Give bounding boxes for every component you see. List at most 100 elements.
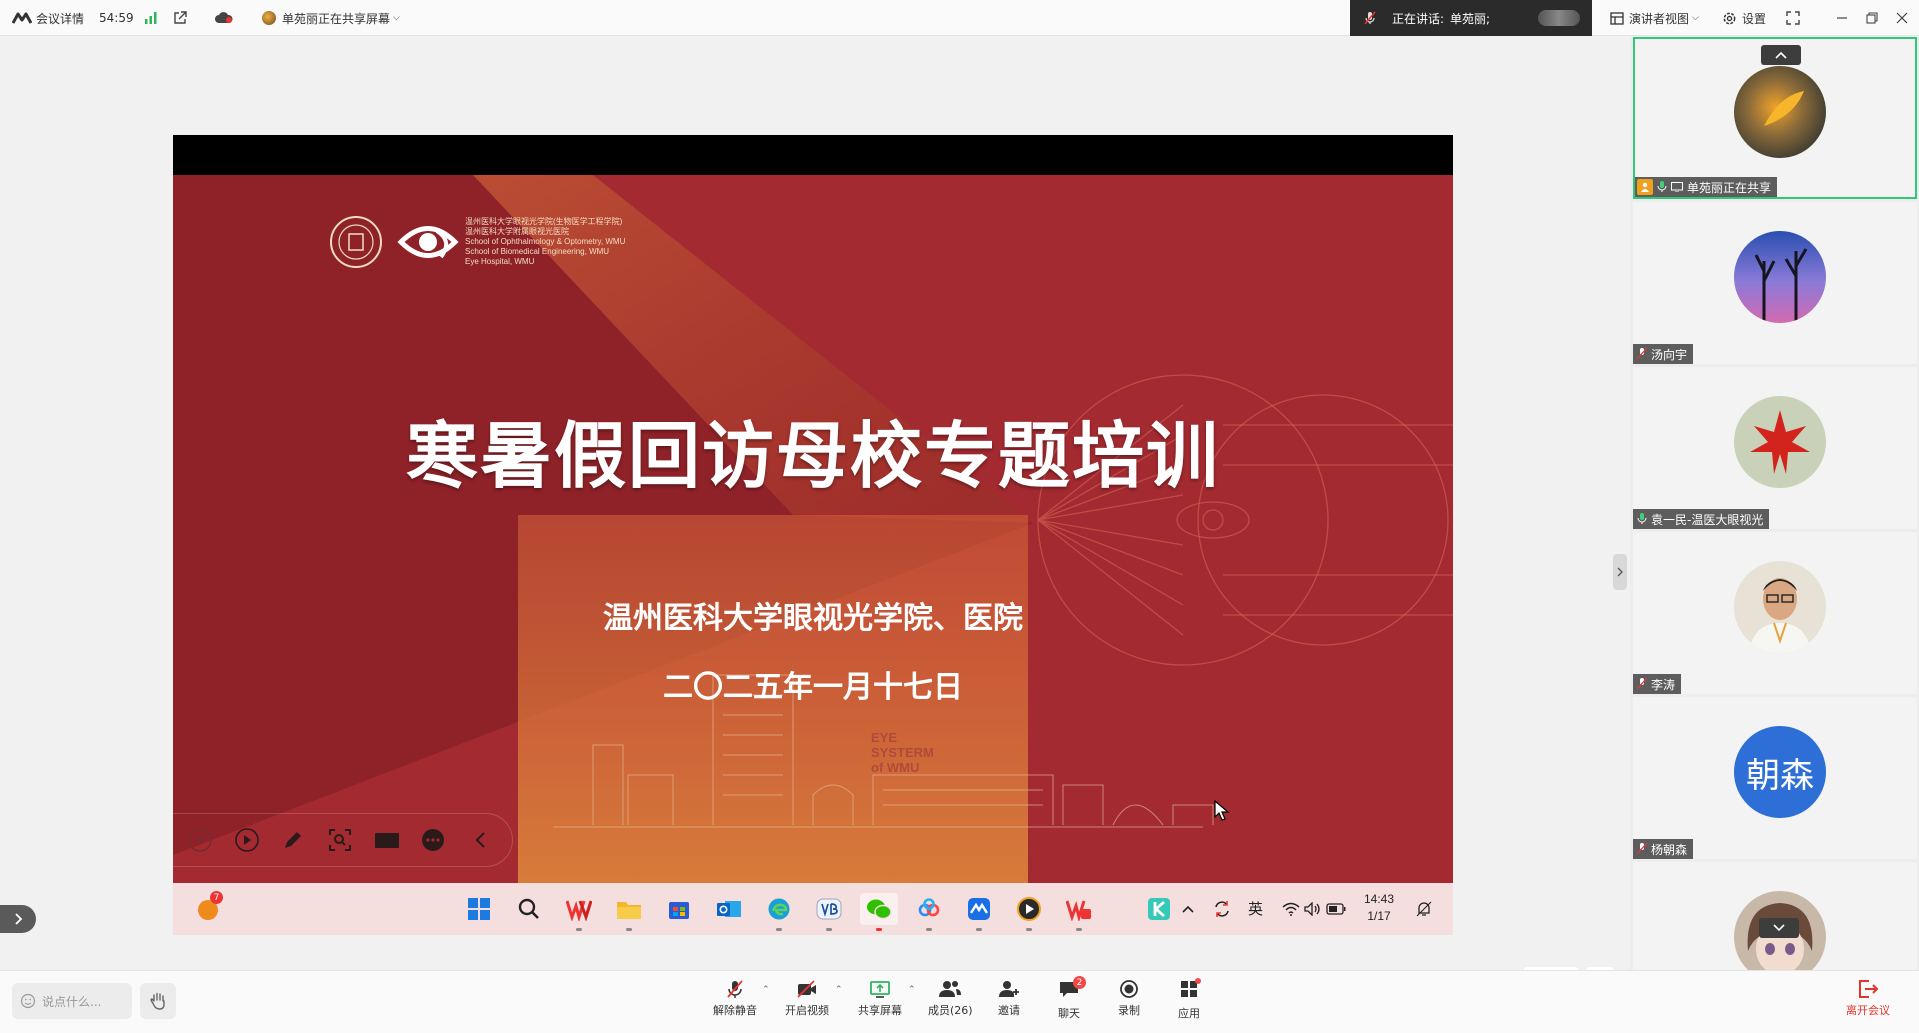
sync-tray-icon[interactable] [1211, 893, 1233, 925]
speaker-avatars-blur [1538, 10, 1580, 26]
view-mode-label: 演讲者视图 [1629, 11, 1690, 26]
volume-tray-icon[interactable] [1303, 893, 1323, 925]
chevron-down-icon: ⌵ [1692, 13, 1699, 23]
running-indicator [626, 928, 632, 931]
scroll-down-button[interactable] [1759, 918, 1799, 938]
signal-icon [144, 0, 158, 36]
restore-icon[interactable] [1857, 0, 1887, 36]
taskbar-vb-app[interactable] [813, 893, 845, 931]
input-language-indicator[interactable]: 英 [1248, 898, 1263, 919]
sharing-status-button[interactable]: 单苑丽正在共享屏幕 ⌵ [262, 0, 400, 36]
zoom-slide-button[interactable] [325, 825, 355, 855]
share-options-chevron-icon[interactable]: ⌃ [908, 985, 916, 995]
vb-app-icon [816, 898, 842, 920]
wifi-tray-icon[interactable] [1281, 893, 1301, 925]
avatar [1734, 66, 1826, 158]
show-hidden-icons-button[interactable] [1178, 893, 1198, 925]
taskbar-store[interactable] [663, 893, 695, 925]
clock-date: 1/17 [1367, 909, 1391, 923]
taskbar-wps-2[interactable] [1063, 893, 1095, 931]
windows-taskbar: 7 英 14:43 1/17 [173, 883, 1453, 935]
taskbar-wps[interactable] [563, 893, 595, 931]
audio-options-chevron-icon[interactable]: ⌃ [762, 985, 770, 995]
windows-icon [468, 898, 490, 920]
taskbar-wechat[interactable] [860, 893, 898, 931]
meeting-info-button[interactable]: 会议详情 [12, 0, 84, 36]
leave-meeting-button[interactable]: 离开会议 [1846, 979, 1890, 1018]
record-button[interactable]: 录制 [1118, 979, 1140, 1027]
avatar [1734, 231, 1826, 323]
collapse-controls-button[interactable] [465, 825, 495, 855]
participant-name: 汤向宇 [1651, 347, 1688, 362]
invite-button[interactable]: 邀请 [998, 979, 1020, 1027]
avatar-initials: 朝森 [1746, 755, 1814, 796]
unmute-button[interactable]: 解除静音 [713, 979, 757, 1027]
video-options-chevron-icon[interactable]: ⌃ [835, 985, 843, 995]
eye-system-line-2: SYSTERM [871, 745, 934, 760]
participant-tile[interactable]: 李涛 [1633, 532, 1917, 694]
participant-tile[interactable]: 袁一民-温医大眼视光 [1633, 367, 1917, 529]
minimize-icon[interactable] [1827, 0, 1857, 36]
taskbar-file-explorer[interactable] [613, 893, 645, 931]
avatar: 朝森 [1734, 726, 1826, 818]
view-mode-button[interactable]: 演讲者视图 ⌵ [1610, 0, 1699, 36]
fullscreen-icon[interactable] [1778, 0, 1808, 36]
expand-side-panel-button[interactable] [0, 905, 36, 933]
edge-icon [768, 898, 790, 920]
taskbar-k-app[interactable] [1143, 893, 1175, 925]
store-icon [669, 902, 689, 919]
chevron-down-icon: ⌵ [393, 13, 400, 23]
start-video-button[interactable]: 开启视频 [785, 979, 829, 1027]
close-icon[interactable] [1887, 0, 1917, 36]
running-indicator [1026, 928, 1032, 931]
camera-button[interactable] [372, 825, 402, 855]
taskbar-notification-app[interactable]: 7 [193, 891, 225, 925]
apps-button[interactable]: 应用 [1178, 978, 1201, 1027]
mic-on-icon [1637, 513, 1647, 525]
slide-date: 二〇二五年一月十七日 [663, 670, 963, 705]
taskbar-clock[interactable]: 14:43 1/17 [1353, 891, 1405, 925]
scroll-up-button[interactable] [1761, 45, 1801, 65]
record-icon [1120, 980, 1138, 998]
layout-icon [1610, 11, 1624, 25]
start-button[interactable] [463, 893, 495, 925]
top-bar: 会议详情 54:59 单苑丽正在共享屏幕 ⌵ 正在讲话: 单苑丽; 演讲者视图 … [0, 0, 1919, 36]
avatar [1734, 561, 1826, 653]
logo-line-2: 温州医科大学附属眼视光医院 [465, 227, 569, 236]
more-options-button[interactable] [419, 825, 449, 855]
cloud-record-icon[interactable] [215, 0, 233, 36]
meeting-timer: 54:59 [99, 11, 134, 25]
taskbar-outlook[interactable] [713, 893, 745, 925]
previous-slide-button[interactable] [185, 825, 215, 855]
taskbar-edge[interactable] [763, 893, 795, 931]
panel-collapse-handle[interactable] [1613, 554, 1627, 590]
running-indicator [826, 928, 832, 931]
taskbar-media-player[interactable] [1013, 893, 1045, 931]
raise-hand-button[interactable] [140, 983, 176, 1019]
pen-tool-button[interactable] [278, 825, 308, 855]
participant-tile[interactable]: 汤向宇 [1633, 202, 1917, 364]
settings-button[interactable]: 设置 [1722, 0, 1766, 36]
participant-name-tag: 汤向宇 [1633, 344, 1694, 364]
taskbar-search[interactable] [513, 893, 545, 925]
battery-tray-icon[interactable] [1325, 893, 1347, 925]
taskbar-meeting-app[interactable] [963, 893, 995, 931]
taskbar-baidu-netdisk[interactable] [913, 893, 945, 931]
participant-tile[interactable]: 朝森 杨朝森 [1633, 697, 1917, 859]
k-app-icon [1148, 898, 1170, 920]
notification-center-button[interactable] [1413, 893, 1435, 925]
participant-tile[interactable]: 单苑丽正在共享 [1633, 37, 1917, 199]
participant-tile[interactable] [1633, 862, 1917, 970]
slide-subtitle: 温州医科大学眼视光学院、医院 [603, 601, 1023, 636]
chat-button[interactable]: 2 聊天 [1058, 976, 1086, 1027]
share-screen-icon [870, 981, 890, 998]
next-slide-button[interactable] [232, 825, 262, 855]
members-label: 成员(26) [928, 1004, 973, 1017]
slide-letterbox [173, 135, 1453, 175]
quick-chat-input[interactable]: 说点什么... [12, 983, 132, 1019]
members-button[interactable]: 成员(26) [928, 979, 973, 1027]
logo-line-5: Eye Hospital, WMU [465, 257, 535, 266]
apps-notification-dot [1195, 978, 1201, 984]
share-screen-button[interactable]: 共享屏幕 [858, 979, 902, 1027]
popout-icon[interactable] [173, 0, 187, 36]
